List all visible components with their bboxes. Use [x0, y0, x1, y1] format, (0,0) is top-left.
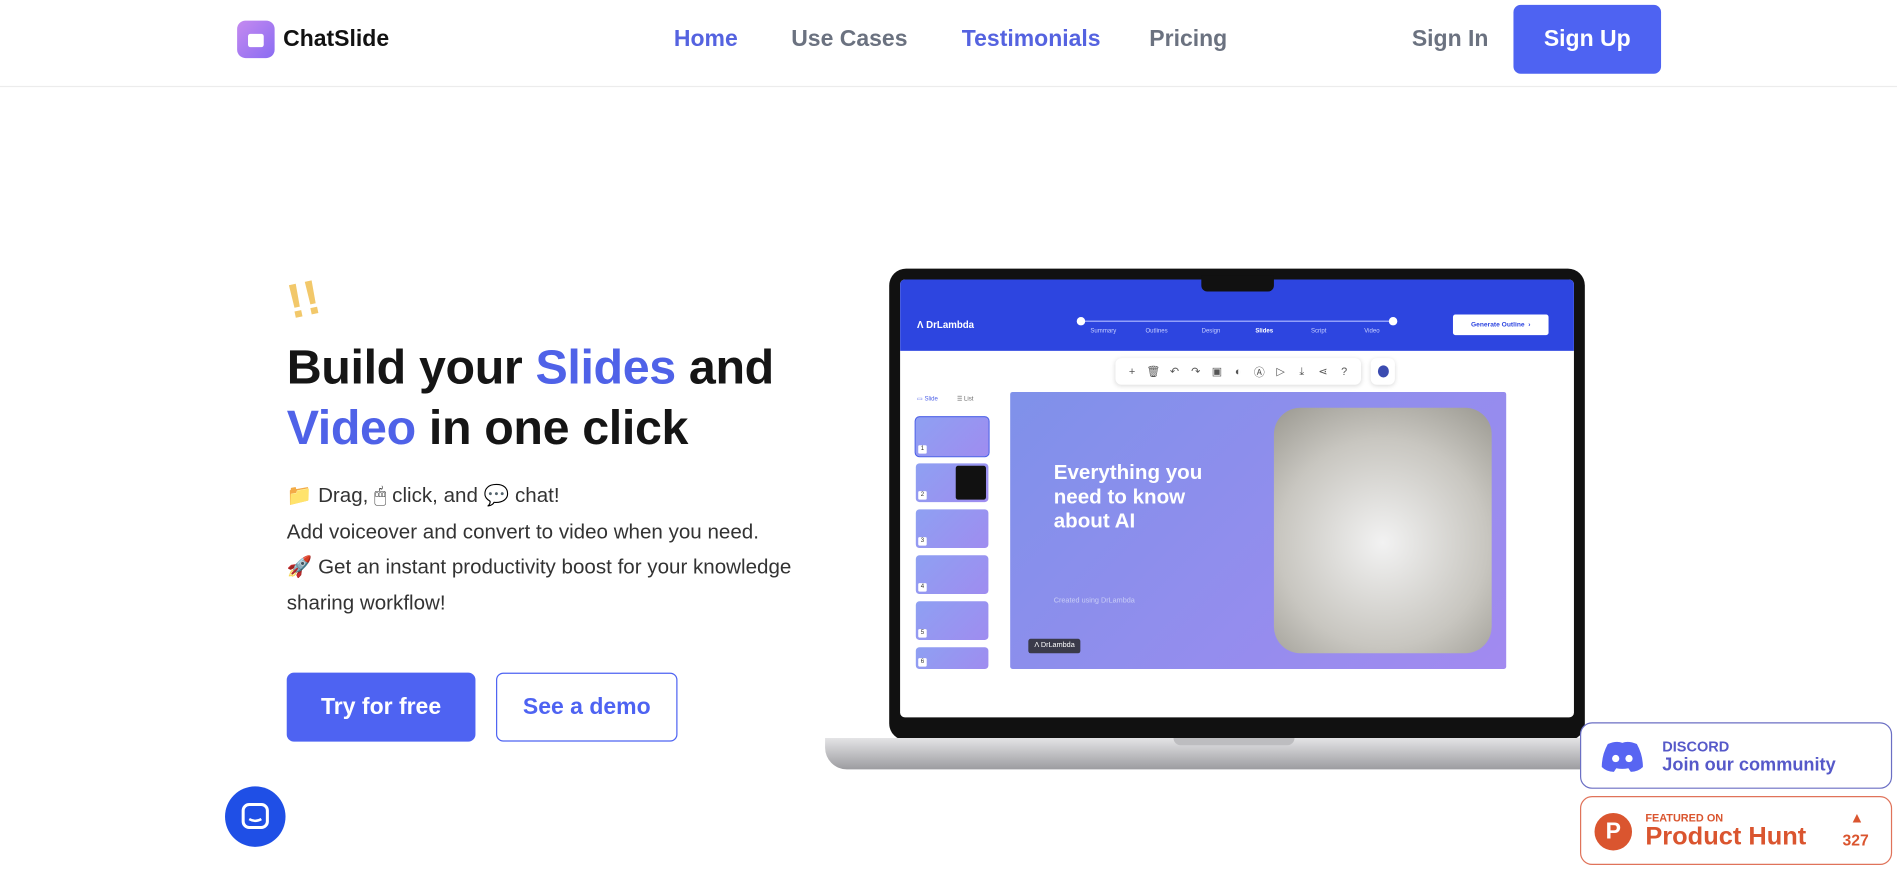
download-icon[interactable]: ⤓: [1293, 365, 1310, 378]
upvote-icon: ▲: [1849, 809, 1865, 827]
text-icon[interactable]: Ⓐ: [1251, 364, 1268, 380]
slide-thumbnail[interactable]: 4: [915, 555, 989, 595]
speech-bubble-icon: 💬: [483, 483, 510, 507]
slide-thumbnail[interactable]: 6: [915, 647, 989, 670]
tab-slide[interactable]: ▭ Slide: [917, 396, 938, 403]
delete-icon[interactable]: 🗑: [1145, 365, 1162, 378]
slide-thumbnail[interactable]: 1: [914, 416, 990, 458]
mouse-icon: 🖱: [374, 483, 387, 507]
laptop-base-notch: [1173, 737, 1295, 746]
undo-icon[interactable]: ↶: [1166, 365, 1183, 378]
discord-title: DISCORD: [1662, 737, 1730, 755]
slide-thumbnail[interactable]: 2: [915, 463, 989, 503]
tab-list[interactable]: ☰ List: [957, 396, 974, 403]
step-slides[interactable]: Slides: [1246, 328, 1282, 335]
exclamation-icon: !!: [282, 270, 326, 330]
step-outlines[interactable]: Outlines: [1138, 328, 1174, 335]
step-summary[interactable]: Summary: [1085, 328, 1121, 335]
avatar: [1377, 365, 1389, 378]
product-hunt-icon: P: [1594, 812, 1633, 851]
rocket-icon: 🚀: [286, 555, 313, 579]
generate-outline-button[interactable]: Generate Outline ›: [1452, 314, 1549, 336]
product-hunt-name: Product Hunt: [1645, 822, 1807, 851]
robot-hand-image: [1273, 407, 1492, 654]
see-demo-button[interactable]: See a demo: [496, 672, 678, 742]
sign-in-link[interactable]: Sign In: [1412, 27, 1489, 54]
chatslide-logo-icon[interactable]: [237, 20, 275, 59]
discord-card[interactable]: DISCORD Join our community: [1579, 722, 1893, 789]
nav-pricing[interactable]: Pricing: [1149, 27, 1227, 54]
sign-up-button[interactable]: Sign Up: [1513, 4, 1662, 74]
discord-subtitle: Join our community: [1662, 754, 1836, 776]
help-icon[interactable]: ?: [1336, 365, 1353, 377]
stepper-line: [1081, 320, 1391, 322]
slide-thumbnail[interactable]: 3: [915, 509, 989, 549]
try-for-free-button[interactable]: Try for free: [286, 672, 476, 742]
nav-testimonials[interactable]: Testimonials: [962, 27, 1101, 54]
feature-line-3: 🚀 Get an instant productivity boost for …: [286, 555, 792, 579]
editor-toolbar: + 🗑 ↶ ↷ ▣ ◐ Ⓐ ▷ ⤓ ⋖?: [1115, 358, 1362, 385]
main-slide[interactable]: Everything you need to know about AI Cre…: [1010, 391, 1507, 670]
avatar-button[interactable]: [1370, 358, 1395, 385]
slide-caption: Created using DrLambda: [1053, 597, 1135, 605]
step-script[interactable]: Script: [1301, 328, 1337, 335]
nav-use-cases[interactable]: Use Cases: [791, 27, 907, 54]
stepper-prev-icon[interactable]: [1076, 316, 1086, 326]
upvote-count: 327: [1842, 831, 1869, 850]
share-icon[interactable]: ⋖: [1315, 365, 1332, 378]
nav-home[interactable]: Home: [674, 27, 738, 54]
slide-thumbnail[interactable]: 5: [915, 601, 989, 640]
camera-notch: [1201, 275, 1274, 292]
product-hunt-card[interactable]: P FEATURED ON Product Hunt ▲ 327: [1579, 796, 1893, 866]
add-icon[interactable]: +: [1124, 365, 1141, 377]
feature-line-2: Add voiceover and convert to video when …: [286, 520, 759, 544]
headline-line-2: Video in one click: [286, 401, 689, 455]
slide-title: Everything you need to know about AI: [1053, 460, 1203, 533]
feature-line-1: 📁 Drag, 🖱 click, and 💬 chat!: [286, 483, 560, 507]
layout-icon[interactable]: ▣: [1208, 365, 1225, 378]
folder-icon: 📁: [286, 483, 313, 507]
brand-name[interactable]: ChatSlide: [283, 27, 389, 54]
play-icon[interactable]: ▷: [1272, 365, 1289, 378]
headline-line-1: Build your Slides and: [286, 341, 775, 395]
app-logo: Λ DrLambda: [917, 319, 975, 331]
chat-widget-button[interactable]: [225, 786, 286, 847]
feature-line-4: sharing workflow!: [286, 591, 446, 615]
slide-badge: Λ DrLambda: [1028, 638, 1081, 654]
discord-icon: [1601, 741, 1643, 772]
redo-icon[interactable]: ↷: [1187, 365, 1204, 378]
step-design[interactable]: Design: [1193, 328, 1229, 335]
chat-icon: [241, 803, 269, 830]
stepper-next-icon[interactable]: [1388, 316, 1398, 326]
palette-icon[interactable]: ◐: [1230, 365, 1247, 377]
app-preview-screen: Λ DrLambda Summary Outlines Design Slide…: [900, 279, 1574, 718]
step-video[interactable]: Video: [1354, 328, 1390, 335]
